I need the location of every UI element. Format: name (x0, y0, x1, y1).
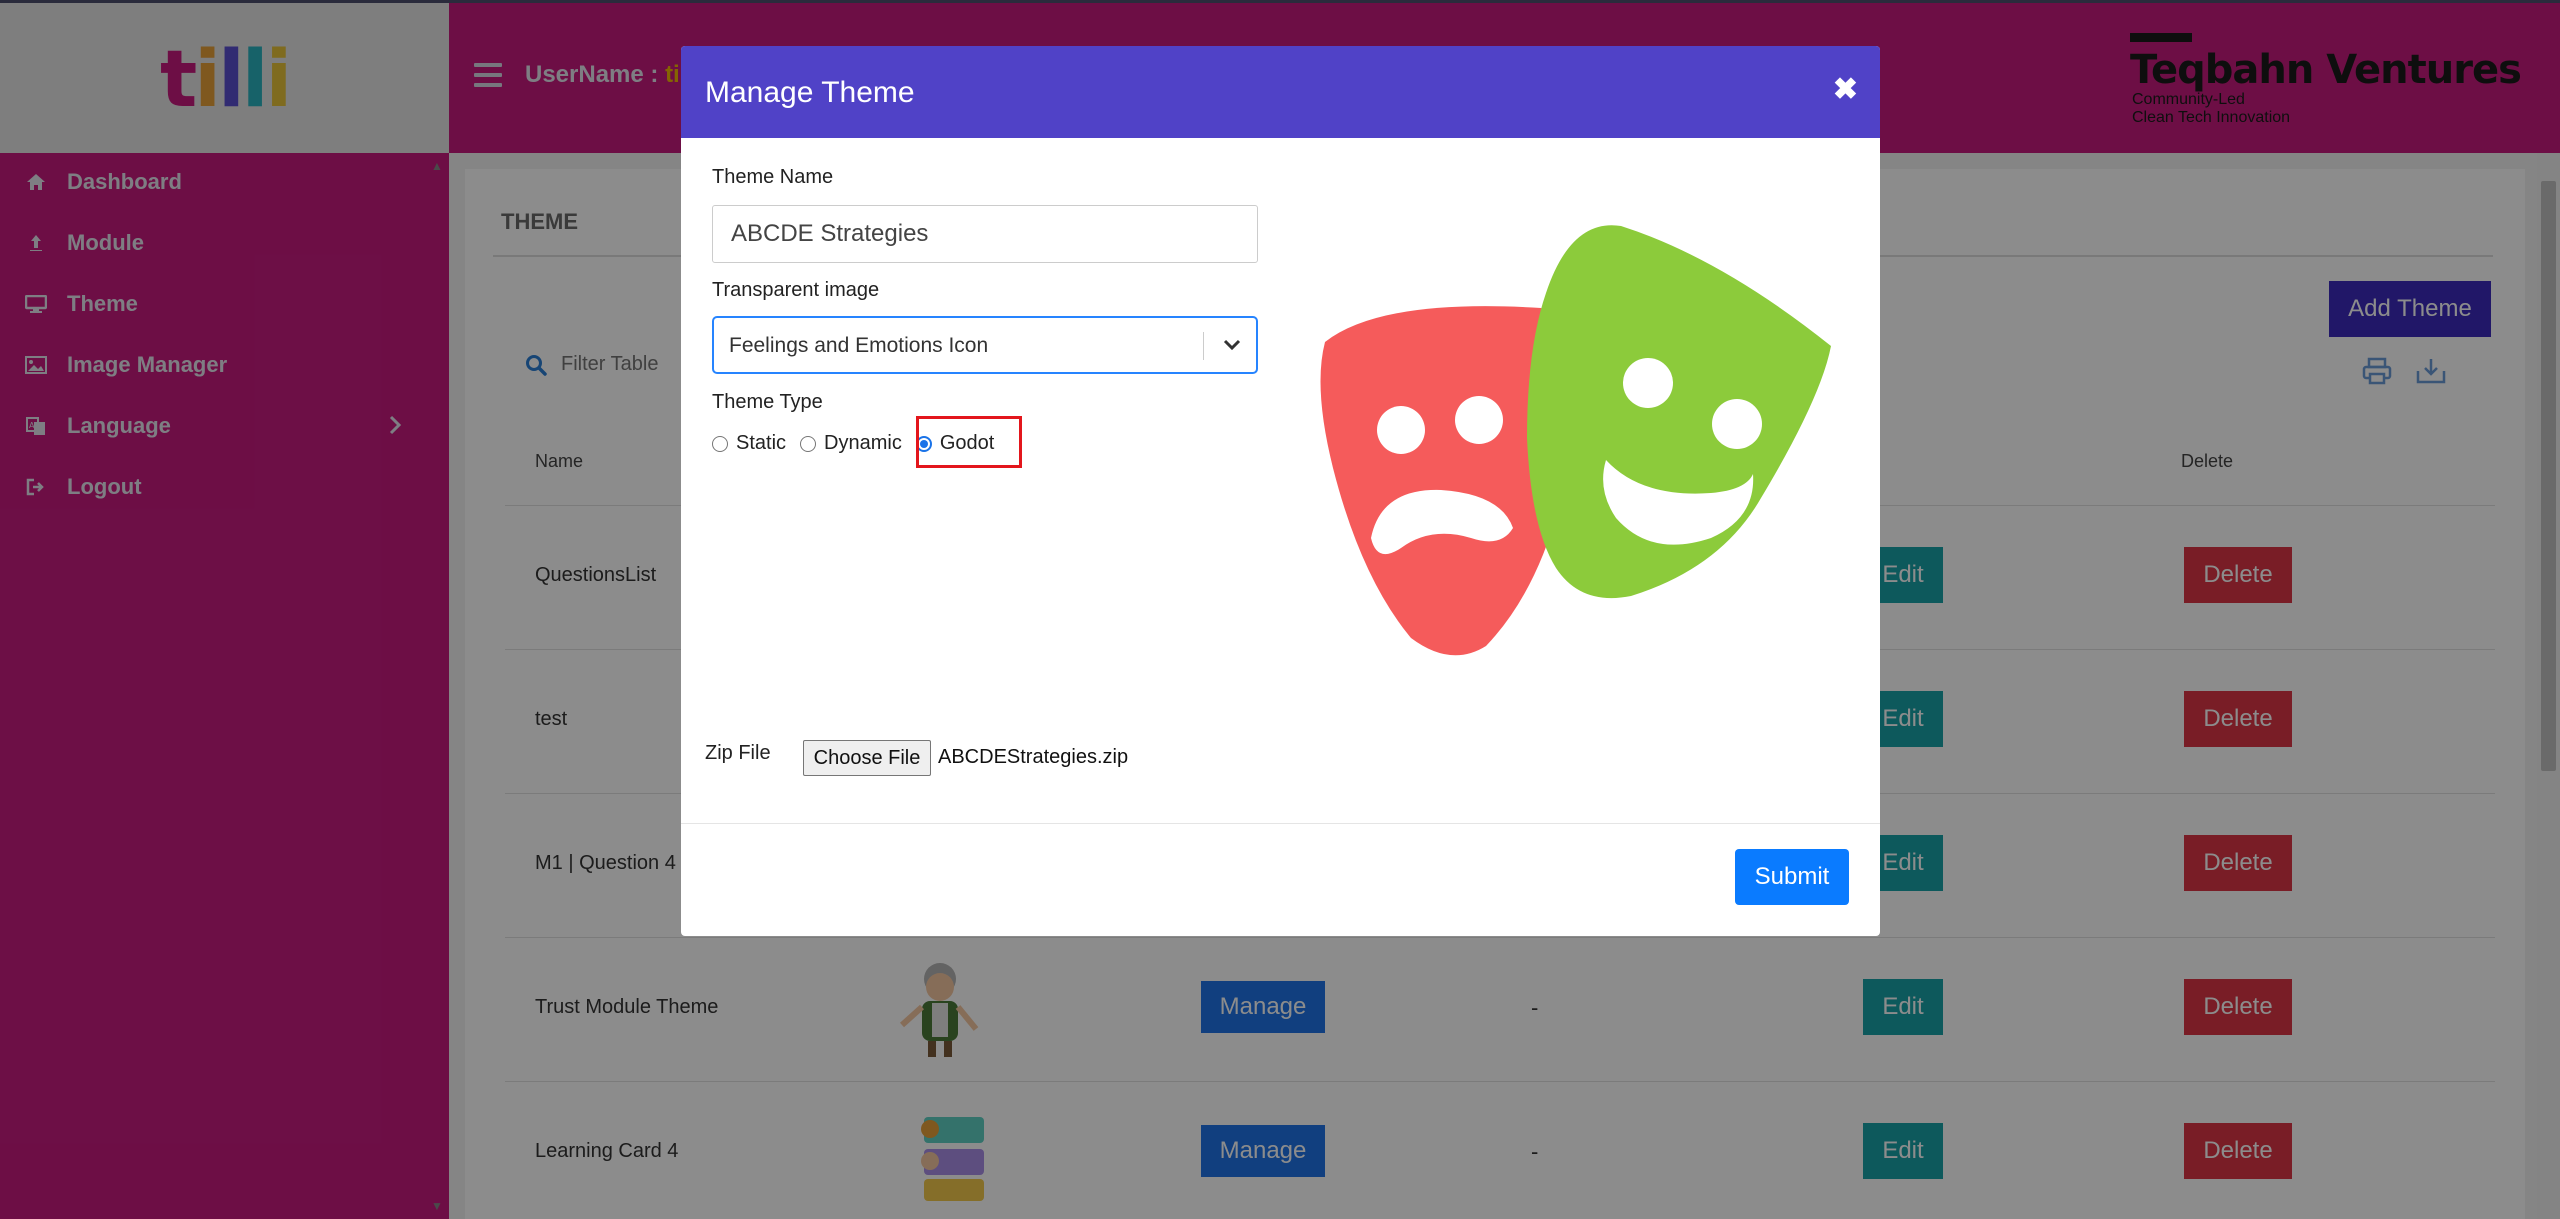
radio-circle[interactable] (800, 435, 817, 452)
modal-title: Manage Theme (705, 76, 915, 109)
comedy-tragedy-masks-image (1301, 198, 1851, 668)
radio-circle[interactable] (712, 435, 728, 452)
selected-file-name: ABCDEStrategies.zip (938, 746, 1129, 768)
modal-header: Manage Theme ✖ (681, 46, 1880, 138)
zip-file-label: Zip File (705, 742, 771, 764)
transparent-image-select[interactable]: Feelings and Emotions Icon (712, 316, 1258, 374)
highlight-box (916, 416, 1022, 468)
radio-label: Static (736, 432, 787, 454)
close-icon[interactable]: ✖ (1833, 72, 1858, 107)
select-separator (1203, 332, 1204, 360)
chevron-down-icon[interactable] (1220, 332, 1244, 356)
manage-theme-modal: Manage Theme ✖ Theme Name ABCDE Strategi… (681, 46, 1880, 936)
radio-label: Dynamic (824, 432, 902, 454)
transparent-image-label: Transparent image (712, 279, 880, 301)
radio-static[interactable]: Static (712, 432, 786, 455)
submit-button[interactable]: Submit (1735, 849, 1849, 905)
choose-file-button[interactable]: Choose File (803, 740, 931, 776)
modal-footer-divider (681, 823, 1880, 824)
select-value: Feelings and Emotions Icon (729, 334, 989, 357)
theme-name-value: ABCDE Strategies (731, 220, 929, 247)
radio-dynamic[interactable]: Dynamic (800, 432, 902, 455)
theme-type-label: Theme Type (712, 391, 823, 413)
theme-name-input[interactable]: ABCDE Strategies (712, 205, 1258, 263)
theme-name-label: Theme Name (712, 166, 834, 188)
